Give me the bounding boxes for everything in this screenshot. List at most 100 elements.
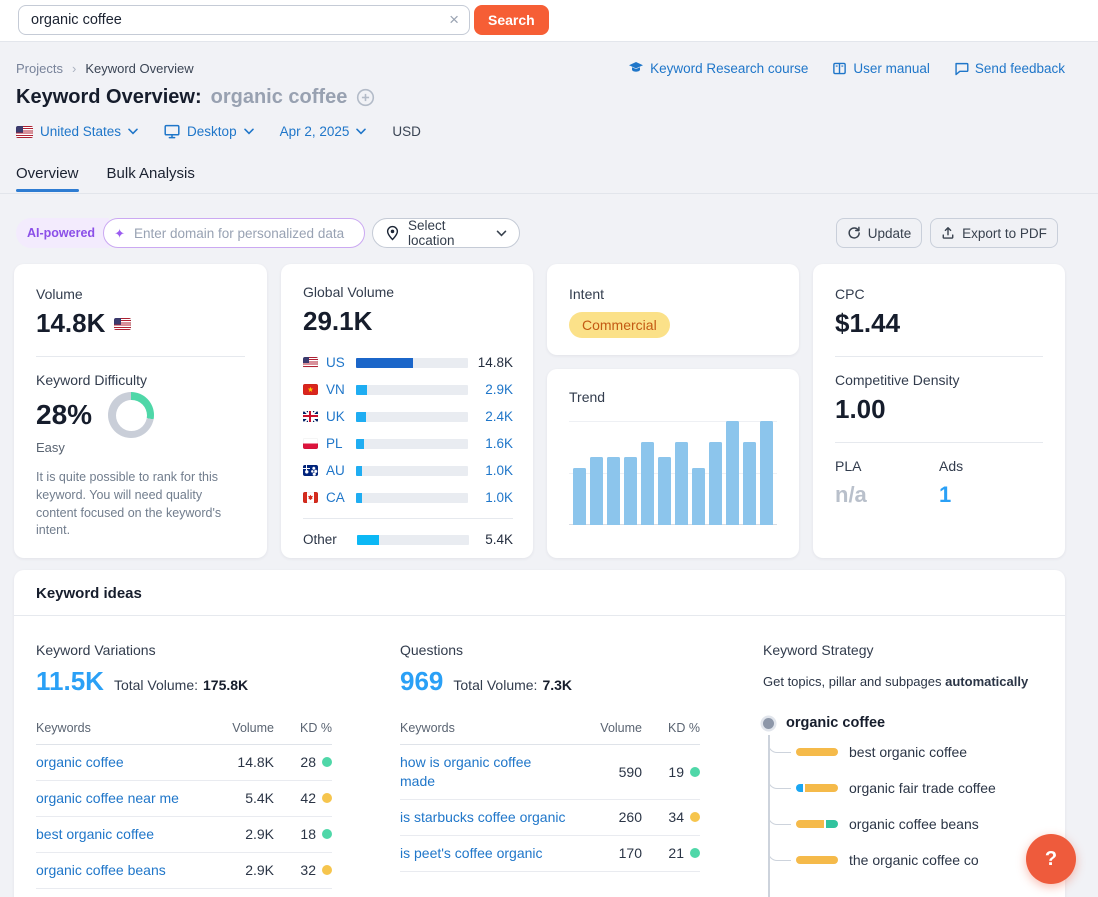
- intent-card: Intent Commercial: [547, 264, 799, 355]
- strategy-node[interactable]: organic coffee beans: [796, 806, 1053, 842]
- tree-connector-line: [768, 809, 791, 825]
- tree-connector-line: [768, 773, 791, 789]
- feedback-bubble-icon: [954, 61, 969, 76]
- country-filter-dropdown[interactable]: United States: [16, 124, 138, 139]
- keyword-link[interactable]: is peet's coffee organic: [400, 844, 578, 863]
- domain-input[interactable]: [132, 225, 354, 242]
- questions-table: Keywords Volume KD % how is organic coff…: [400, 721, 700, 872]
- kd-dot-icon: [322, 865, 332, 875]
- help-button[interactable]: ?: [1026, 834, 1076, 884]
- currency-value: USD: [392, 124, 421, 139]
- domain-input-wrap: ✦: [103, 218, 365, 248]
- volume-bar: [357, 535, 469, 545]
- keyword-link[interactable]: organic coffee: [36, 753, 210, 772]
- country-link[interactable]: AU: [326, 463, 352, 478]
- trend-card: Trend: [547, 369, 799, 558]
- breadcrumb-projects[interactable]: Projects: [16, 61, 63, 76]
- kd-description: It is quite possible to rank for this ke…: [36, 469, 245, 540]
- location-select[interactable]: Select location: [372, 218, 520, 248]
- keyword-ideas-title: Keyword ideas: [14, 570, 1065, 616]
- column-header-kd: KD %: [642, 721, 700, 735]
- table-row: organic coffee14.8K28: [36, 745, 332, 781]
- tab-overview[interactable]: Overview: [16, 165, 79, 191]
- questions-count[interactable]: 969: [400, 666, 443, 697]
- competitive-density-value: 1.00: [835, 394, 1043, 425]
- trend-bar: [590, 457, 603, 525]
- search-button[interactable]: Search: [474, 5, 549, 35]
- country-link[interactable]: VN: [326, 382, 352, 397]
- keyword-link[interactable]: organic coffee near me: [36, 789, 210, 808]
- kd-donut-chart: [108, 392, 154, 438]
- volume-cell: 260: [578, 809, 642, 825]
- trend-bar: [743, 442, 756, 525]
- country-link[interactable]: UK: [326, 409, 352, 424]
- global-volume-row: AU 1.0K: [303, 457, 513, 484]
- export-icon: [941, 226, 955, 240]
- device-filter-label: Desktop: [187, 124, 237, 139]
- column-header-keywords: Keywords: [36, 721, 210, 735]
- country-volume-value: 1.0K: [485, 490, 513, 505]
- intent-label: Intent: [569, 286, 777, 302]
- kd-cell: 18: [274, 826, 332, 842]
- strategy-node-label: the organic coffee co: [849, 852, 979, 868]
- volume-cell: 5.4K: [210, 790, 274, 806]
- volume-bar: [356, 466, 468, 476]
- global-volume-value: 29.1K: [303, 306, 513, 337]
- kd-cell: 28: [274, 754, 332, 770]
- kd-dot-icon: [690, 767, 700, 777]
- strategy-node-label: organic fair trade coffee: [849, 780, 996, 796]
- strategy-node[interactable]: best organic coffee: [796, 734, 1053, 770]
- divider: [835, 442, 1043, 443]
- keyword-research-course-link[interactable]: Keyword Research course: [628, 60, 808, 76]
- user-manual-link[interactable]: User manual: [832, 61, 930, 76]
- keyword-link[interactable]: best organic coffee: [36, 825, 210, 844]
- chevron-down-icon: [128, 128, 138, 135]
- keyword-link[interactable]: organic coffee beans: [36, 861, 210, 880]
- variations-table: Keywords Volume KD % organic coffee14.8K…: [36, 721, 332, 889]
- divider: [36, 356, 245, 357]
- controls-row: AI-powered ✦ Select location Update: [0, 218, 1098, 248]
- cpc-label: CPC: [835, 286, 1043, 302]
- page-title-prefix: Keyword Overview:: [16, 86, 202, 109]
- clear-search-icon[interactable]: ×: [449, 9, 459, 31]
- us-flag-icon: [303, 357, 318, 368]
- add-keyword-icon[interactable]: [356, 88, 375, 107]
- ads-value[interactable]: 1: [939, 482, 1043, 508]
- volume-bar: [356, 412, 468, 422]
- keyword-link[interactable]: how is organic coffee made: [400, 753, 578, 791]
- trend-bar: [675, 442, 688, 525]
- volume-bar: [356, 385, 468, 395]
- export-pdf-button[interactable]: Export to PDF: [930, 218, 1058, 248]
- other-value: 5.4K: [485, 532, 513, 547]
- date-filter-dropdown[interactable]: Apr 2, 2025: [280, 124, 367, 139]
- country-volume-value: 1.0K: [485, 463, 513, 478]
- variations-count[interactable]: 11.5K: [36, 666, 104, 697]
- volume-bar: [356, 358, 468, 368]
- keyword-link[interactable]: is starbucks coffee organic: [400, 808, 578, 827]
- kd-dot-icon: [322, 829, 332, 839]
- country-link[interactable]: CA: [326, 490, 352, 505]
- tab-bulk-analysis[interactable]: Bulk Analysis: [107, 165, 195, 191]
- kd-cell: 42: [274, 790, 332, 806]
- country-link[interactable]: PL: [326, 436, 352, 451]
- au-flag-icon: [303, 465, 318, 476]
- kd-dot-icon: [690, 848, 700, 858]
- topic-bar-icon: [796, 856, 838, 864]
- device-filter-dropdown[interactable]: Desktop: [164, 124, 254, 139]
- strategy-node[interactable]: the organic coffee co: [796, 842, 1053, 878]
- kd-dot-icon: [322, 757, 332, 767]
- keyword-overview-page: × Search Projects › Keyword Overview Key…: [0, 0, 1098, 897]
- strategy-label: Keyword Strategy: [763, 642, 1053, 658]
- update-button[interactable]: Update: [836, 218, 922, 248]
- tree-connector-line: [768, 845, 791, 861]
- keyword-search-input[interactable]: [18, 5, 470, 35]
- intent-badge: Commercial: [569, 312, 670, 338]
- send-feedback-link[interactable]: Send feedback: [954, 61, 1065, 76]
- country-volume-value: 2.9K: [485, 382, 513, 397]
- strategy-root-node[interactable]: organic coffee: [763, 715, 1053, 731]
- country-link[interactable]: US: [326, 355, 352, 370]
- strategy-node-label: organic coffee beans: [849, 816, 979, 832]
- divider: [835, 356, 1043, 357]
- strategy-node[interactable]: organic fair trade coffee: [796, 770, 1053, 806]
- location-select-label: Select location: [408, 218, 488, 248]
